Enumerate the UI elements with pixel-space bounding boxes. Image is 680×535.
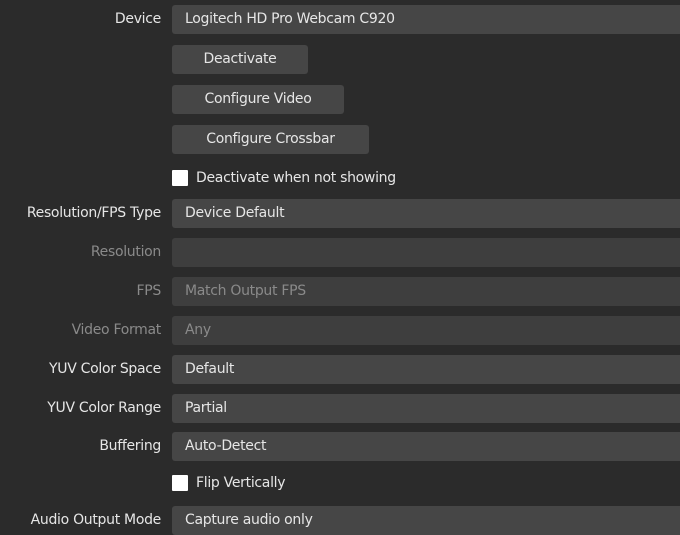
checkbox-label: Deactivate when not showing: [196, 170, 396, 186]
video-format-select: Any: [172, 316, 680, 345]
fps-select: Match Output FPS: [172, 277, 680, 306]
configure-video-button[interactable]: Configure Video: [172, 85, 344, 114]
resolution-fps-type-select[interactable]: Device Default: [172, 199, 680, 228]
checkbox-box[interactable]: [172, 170, 188, 186]
configure-crossbar-button[interactable]: Configure Crossbar: [172, 125, 369, 154]
fps-label: FPS: [136, 283, 162, 299]
resolution-fps-type-label: Resolution/FPS Type: [26, 205, 161, 221]
device-label: Device: [114, 11, 161, 27]
buffering-label: Buffering: [99, 438, 161, 454]
yuv-color-space-label: YUV Color Space: [49, 361, 161, 377]
checkbox-box[interactable]: [172, 475, 188, 491]
device-select[interactable]: Logitech HD Pro Webcam C920: [172, 5, 680, 34]
resolution-select: [172, 238, 680, 267]
checkbox-label: Flip Vertically: [196, 475, 286, 491]
video-format-label: Video Format: [71, 322, 162, 338]
buffering-select[interactable]: Auto-Detect: [172, 432, 680, 461]
yuv-color-space-select[interactable]: Default: [172, 355, 680, 384]
resolution-label: Resolution: [90, 244, 161, 260]
deactivate-when-not-showing-checkbox[interactable]: Deactivate when not showing: [172, 168, 396, 188]
yuv-color-range-label: YUV Color Range: [47, 400, 161, 416]
yuv-color-range-select[interactable]: Partial: [172, 394, 680, 423]
audio-output-mode-label: Audio Output Mode: [30, 512, 162, 528]
deactivate-button[interactable]: Deactivate: [172, 45, 308, 74]
flip-vertically-checkbox[interactable]: Flip Vertically: [172, 473, 286, 493]
audio-output-mode-select[interactable]: Capture audio only: [172, 506, 680, 535]
